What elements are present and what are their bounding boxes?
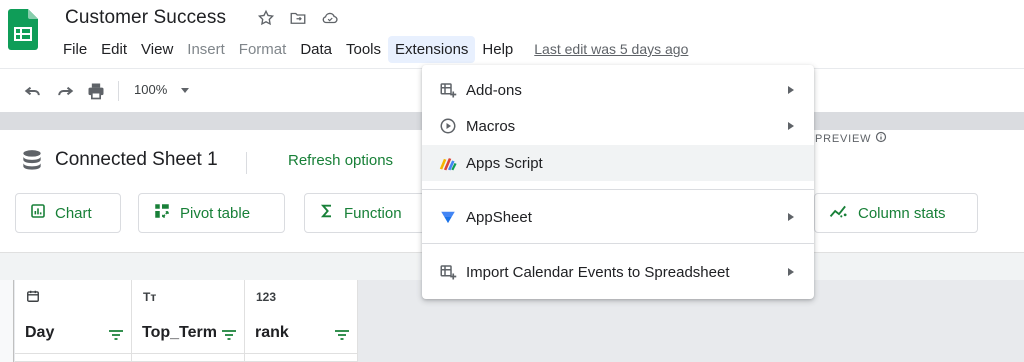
chart-button[interactable]: Chart xyxy=(15,193,121,233)
calendar-icon xyxy=(26,289,40,306)
info-icon[interactable] xyxy=(875,131,887,146)
last-edit-link[interactable]: Last edit was 5 days ago xyxy=(534,41,688,57)
cell-peek xyxy=(245,353,357,362)
menu-item-macros[interactable]: Macros xyxy=(422,108,814,144)
chevron-down-icon[interactable] xyxy=(181,88,189,93)
star-icon[interactable] xyxy=(256,8,276,28)
addon-app-icon xyxy=(438,262,458,282)
cloud-status-icon[interactable] xyxy=(320,8,340,28)
cell-peek xyxy=(132,353,244,362)
menu-item-apps-script[interactable]: Apps Script xyxy=(422,145,814,181)
sheets-logo-icon[interactable] xyxy=(8,9,38,50)
column-name-top-term: Top_Term xyxy=(142,324,217,341)
text-type-icon: Tт xyxy=(143,290,157,304)
play-icon xyxy=(438,116,458,136)
menu-tools[interactable]: Tools xyxy=(339,36,388,63)
filter-icon[interactable] xyxy=(222,327,236,345)
function-button-label: Function xyxy=(344,204,402,222)
app-header: Customer Success File Edit View Insert F… xyxy=(0,0,1024,68)
apps-script-icon xyxy=(438,153,458,173)
menu-item-label: AppSheet xyxy=(466,208,532,226)
panel-title-divider xyxy=(246,152,247,174)
addons-icon xyxy=(438,80,458,100)
connected-sheet-title: Connected Sheet 1 xyxy=(55,149,218,170)
menu-item-add-ons[interactable]: Add-ons xyxy=(422,72,814,108)
move-to-folder-icon[interactable] xyxy=(288,8,308,28)
menu-item-label: Macros xyxy=(466,117,516,135)
menu-item-label: Apps Script xyxy=(466,154,543,172)
number-type-icon: 123 xyxy=(256,290,277,304)
print-icon[interactable] xyxy=(85,80,107,102)
cell-peek xyxy=(15,353,131,362)
pivot-table-button-label: Pivot table xyxy=(180,204,251,222)
menu-file[interactable]: File xyxy=(56,36,94,63)
menu-view[interactable]: View xyxy=(134,36,180,63)
submenu-arrow-icon xyxy=(788,86,794,94)
menu-item-import-calendar-events[interactable]: Import Calendar Events to Spreadsheet xyxy=(422,254,814,290)
filter-icon[interactable] xyxy=(109,327,123,345)
menu-item-label: Import Calendar Events to Spreadsheet xyxy=(466,263,730,281)
function-button[interactable]: Function xyxy=(304,193,428,233)
menu-divider xyxy=(422,243,814,244)
filter-icon[interactable] xyxy=(335,327,349,345)
database-icon xyxy=(19,148,45,179)
menu-help[interactable]: Help xyxy=(475,36,520,63)
column-day[interactable]: Day xyxy=(15,280,132,362)
column-stats-button[interactable]: Column stats xyxy=(814,193,978,233)
menu-item-appsheet[interactable]: AppSheet xyxy=(422,199,814,235)
menu-edit[interactable]: Edit xyxy=(94,36,134,63)
menu-divider xyxy=(422,189,814,190)
stats-icon xyxy=(829,203,849,223)
redo-icon[interactable] xyxy=(54,80,76,102)
column-top-term[interactable]: Tт Top_Term xyxy=(132,280,245,362)
pivot-icon xyxy=(153,202,171,224)
menu-item-label: Add-ons xyxy=(466,81,522,99)
submenu-arrow-icon xyxy=(788,213,794,221)
zoom-select[interactable]: 100% xyxy=(134,82,167,97)
preview-text: PREVIEW xyxy=(815,132,872,145)
refresh-options-link[interactable]: Refresh options xyxy=(288,152,393,169)
preview-label: PREVIEW xyxy=(815,131,887,146)
menu-format[interactable]: Format xyxy=(232,36,294,63)
column-name-day: Day xyxy=(25,324,55,341)
undo-icon[interactable] xyxy=(22,80,44,102)
menu-bar: File Edit View Insert Format Data Tools … xyxy=(56,35,688,63)
column-stats-button-label: Column stats xyxy=(858,204,946,222)
extensions-menu: Add-ons Macros Apps Script AppSheet Impo… xyxy=(422,65,814,299)
column-rank[interactable]: 123 rank xyxy=(245,280,358,362)
chart-button-label: Chart xyxy=(55,204,92,222)
document-title[interactable]: Customer Success xyxy=(65,7,226,29)
menu-data[interactable]: Data xyxy=(293,36,339,63)
pivot-table-button[interactable]: Pivot table xyxy=(138,193,285,233)
chart-icon xyxy=(30,203,46,223)
menu-extensions[interactable]: Extensions xyxy=(388,35,476,63)
submenu-arrow-icon xyxy=(788,122,794,130)
menu-insert[interactable]: Insert xyxy=(180,36,232,63)
submenu-arrow-icon xyxy=(788,268,794,276)
row-header-column xyxy=(0,280,14,362)
sigma-icon xyxy=(319,203,335,223)
column-name-rank: rank xyxy=(255,324,289,341)
appsheet-icon xyxy=(438,207,458,227)
toolbar-divider xyxy=(118,81,119,101)
